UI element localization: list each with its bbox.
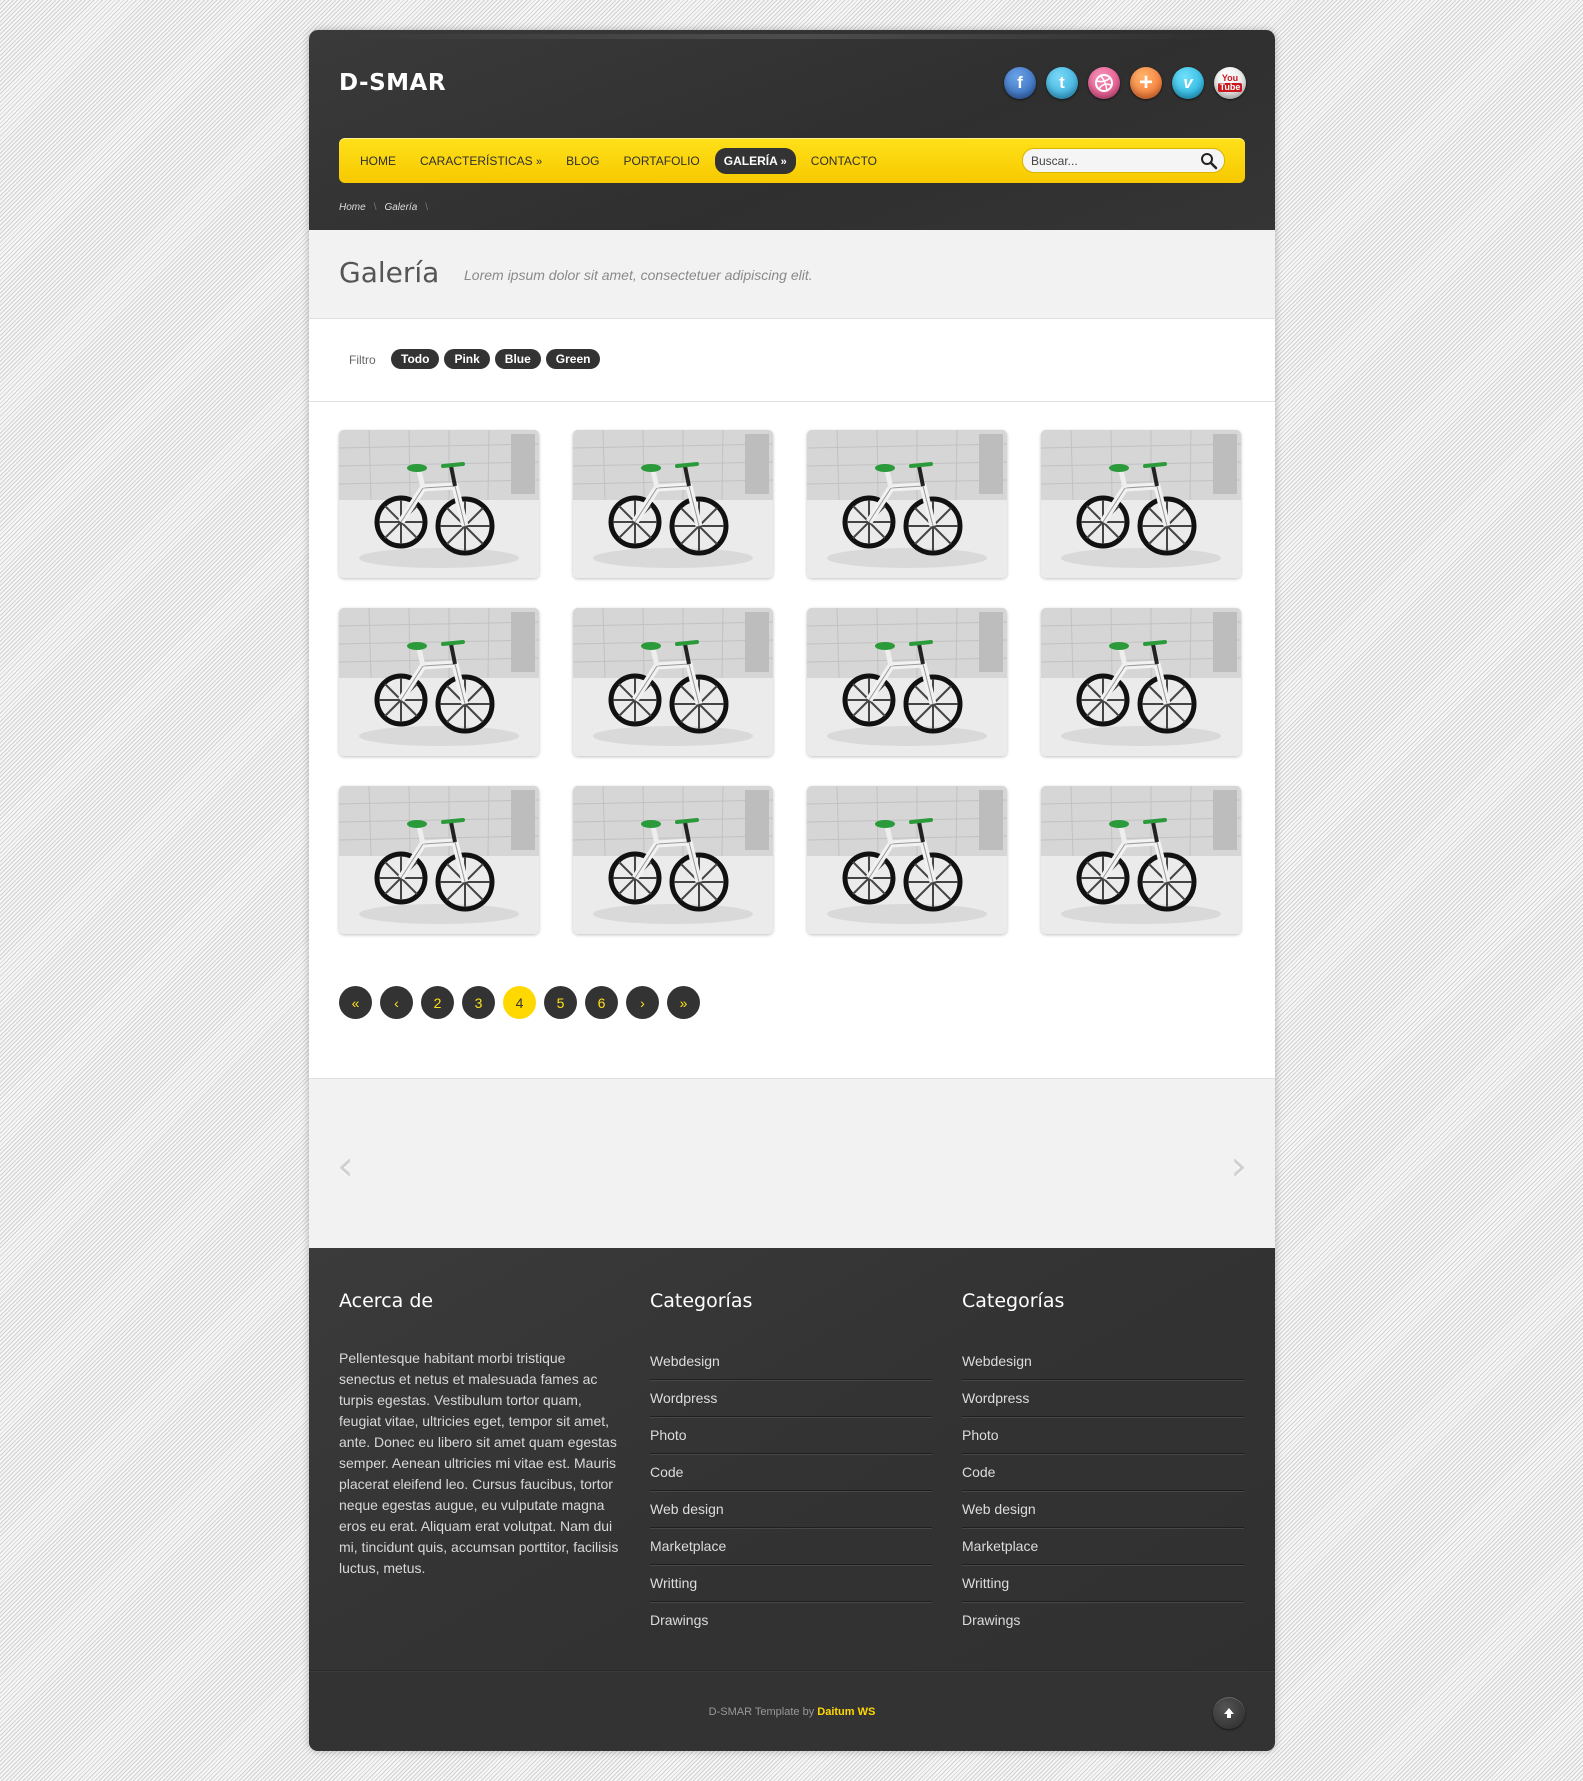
youtube-icon[interactable]: You Tube [1214, 67, 1246, 99]
search-input[interactable] [1031, 152, 1191, 170]
footer-categories-title: Categorías [962, 1290, 1065, 1312]
site-header: D-SMAR f t + v You Tube HOME CARACTERÍSTI… [309, 30, 1275, 230]
category-link[interactable]: Webdesign [962, 1343, 1244, 1380]
nav-item-caracteristicas[interactable]: CARACTERÍSTICAS » [411, 148, 551, 174]
page-button[interactable]: 3 [462, 986, 495, 1019]
category-link[interactable]: Marketplace [650, 1528, 932, 1565]
bicycle-image [573, 430, 773, 578]
page-last-button[interactable]: » [667, 986, 700, 1019]
site-logo[interactable]: D-SMAR [339, 70, 446, 96]
bicycle-image [807, 786, 1007, 934]
page-subtitle: Lorem ipsum dolor sit amet, consectetuer… [464, 267, 813, 283]
category-link[interactable]: Writting [962, 1565, 1244, 1602]
category-link[interactable]: Writting [650, 1565, 932, 1602]
breadcrumb-current: Galería [384, 202, 418, 213]
googleplus-icon[interactable]: + [1130, 67, 1162, 99]
search-icon[interactable] [1200, 152, 1218, 175]
bicycle-image [339, 786, 539, 934]
category-link[interactable]: Wordpress [962, 1380, 1244, 1417]
bicycle-image [1041, 430, 1241, 578]
bicycle-image [339, 608, 539, 756]
gallery-thumbnail[interactable] [339, 786, 539, 934]
bicycle-image [573, 608, 773, 756]
category-link[interactable]: Photo [962, 1417, 1244, 1454]
slider-prev-icon[interactable]: ‹ [337, 1141, 354, 1190]
page-wrapper: D-SMAR f t + v You Tube HOME CARACTERÍSTI… [309, 30, 1275, 1751]
slider-next-icon[interactable]: › [1230, 1141, 1247, 1190]
page-button[interactable]: 5 [544, 986, 577, 1019]
main-nav: HOME CARACTERÍSTICAS » BLOG PORTAFOLIO G… [339, 138, 1245, 183]
filter-label: Filtro [349, 353, 376, 367]
search-box [1022, 148, 1225, 173]
page-button-current[interactable]: 4 [503, 986, 536, 1019]
gallery-thumbnail[interactable] [1041, 608, 1241, 756]
nav-item-blog[interactable]: BLOG [557, 148, 608, 174]
arrow-up-icon [1224, 1708, 1234, 1718]
vimeo-icon[interactable]: v [1172, 67, 1204, 99]
social-links: f t + v You Tube [1004, 67, 1246, 99]
pagination: « ‹ 2 3 4 5 6 › » [339, 986, 700, 1019]
category-link[interactable]: Web design [650, 1491, 932, 1528]
footer-categories-title: Categorías [650, 1290, 753, 1312]
gallery-thumbnail[interactable] [807, 608, 1007, 756]
category-link[interactable]: Webdesign [650, 1343, 932, 1380]
nav-item-home[interactable]: HOME [351, 148, 405, 174]
breadcrumb: Home \ Galería \ [339, 202, 429, 213]
filter-todo[interactable]: Todo [391, 349, 440, 369]
category-link[interactable]: Code [650, 1454, 932, 1491]
category-link[interactable]: Wordpress [650, 1380, 932, 1417]
gallery-thumbnail[interactable] [1041, 430, 1241, 578]
filter-blue[interactable]: Blue [494, 349, 541, 369]
footer-about-text: Pellentesque habitant morbi tristique se… [339, 1350, 619, 1576]
bicycle-image [807, 608, 1007, 756]
filter-bar: Filtro Todo Pink Blue Green [309, 320, 1275, 402]
nav-item-galeria[interactable]: GALERÍA » [714, 147, 796, 174]
filter-green[interactable]: Green [545, 349, 601, 369]
back-to-top-button[interactable] [1213, 1697, 1245, 1729]
breadcrumb-home[interactable]: Home [339, 202, 366, 213]
gallery-thumbnail[interactable] [339, 608, 539, 756]
twitter-icon[interactable]: t [1046, 67, 1078, 99]
category-link[interactable]: Photo [650, 1417, 932, 1454]
category-link[interactable]: Drawings [962, 1602, 1244, 1639]
gallery-thumbnail[interactable] [573, 786, 773, 934]
bicycle-image [807, 430, 1007, 578]
category-link[interactable]: Code [962, 1454, 1244, 1491]
footer-about-title: Acerca de [339, 1290, 434, 1312]
footer-bottom-bar: D-SMAR Template by Daitum WS [309, 1670, 1275, 1751]
page-first-button[interactable]: « [339, 986, 372, 1019]
page-button[interactable]: 6 [585, 986, 618, 1019]
bicycle-image [339, 430, 539, 578]
gallery-thumbnail[interactable] [807, 786, 1007, 934]
category-link[interactable]: Drawings [650, 1602, 932, 1639]
page-prev-button[interactable]: ‹ [380, 986, 413, 1019]
dribbble-icon[interactable] [1088, 67, 1120, 99]
gallery-thumbnail[interactable] [807, 430, 1007, 578]
nav-item-contacto[interactable]: CONTACTO [802, 148, 886, 174]
page-next-button[interactable]: › [626, 986, 659, 1019]
gallery-thumbnail[interactable] [573, 608, 773, 756]
gallery-thumbnail[interactable] [573, 430, 773, 578]
filter-pink[interactable]: Pink [444, 349, 490, 369]
page-button[interactable]: 2 [421, 986, 454, 1019]
bicycle-image [1041, 608, 1241, 756]
copyright-brand-link[interactable]: Daitum WS [817, 1706, 875, 1718]
category-link[interactable]: Marketplace [962, 1528, 1244, 1565]
page-title: Galería [339, 256, 440, 289]
copyright: D-SMAR Template by Daitum WS [708, 1706, 876, 1718]
bicycle-image [573, 786, 773, 934]
facebook-icon[interactable]: f [1004, 67, 1036, 99]
bicycle-image [1041, 786, 1241, 934]
gallery-grid [339, 430, 1245, 934]
category-link[interactable]: Web design [962, 1491, 1244, 1528]
gallery-thumbnail[interactable] [1041, 786, 1241, 934]
nav-item-portafolio[interactable]: PORTAFOLIO [615, 148, 709, 174]
page-title-bar: Galería Lorem ipsum dolor sit amet, cons… [309, 230, 1275, 319]
gallery-thumbnail[interactable] [339, 430, 539, 578]
